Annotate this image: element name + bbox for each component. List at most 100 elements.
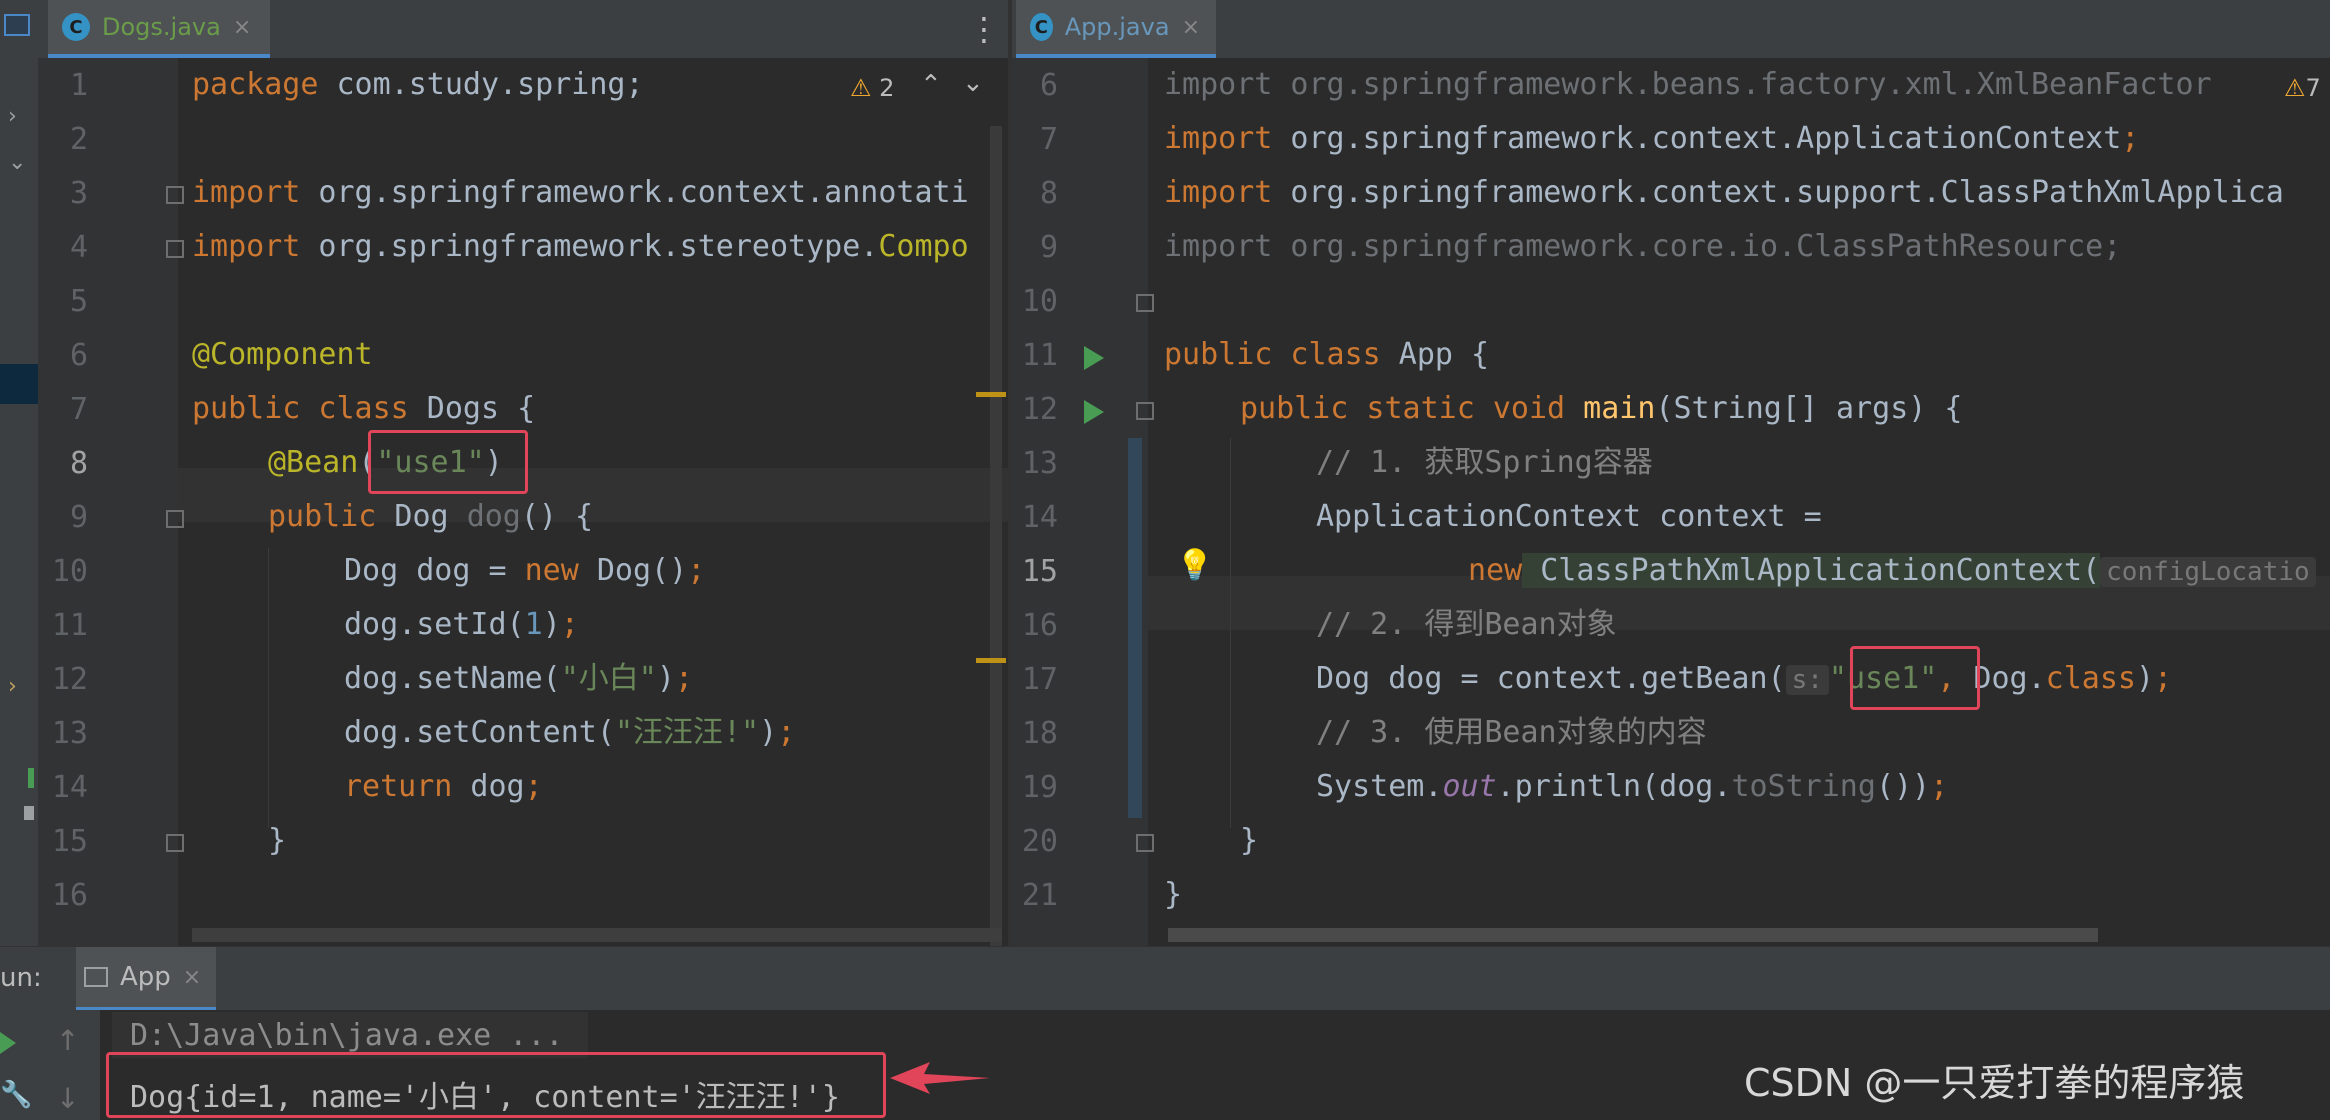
run-panel-label: un: <box>0 963 42 993</box>
parameter-hint: configLocatio <box>2100 557 2316 587</box>
chevron-right-icon[interactable]: › <box>8 104 17 129</box>
next-highlight-icon[interactable]: ⌄ <box>962 68 984 98</box>
changed-lines-marker <box>1128 438 1142 818</box>
code-line-15: } <box>268 823 287 858</box>
code-line-6: import org.springframework.beans.factory… <box>1164 67 2212 102</box>
close-icon[interactable]: × <box>183 965 201 990</box>
code-line-13: // 1. 获取Spring容器 <box>1316 445 1653 480</box>
left-tab-bar: C Dogs.java × ⋮ <box>38 0 1010 59</box>
code-line-12: dog.setName("小白"); <box>344 661 693 696</box>
line-number: 13 <box>51 716 88 751</box>
code-line-18: // 3. 使用Bean对象的内容 <box>1316 715 1707 750</box>
line-number: 11 <box>1021 338 1058 373</box>
tab-label: App.java <box>1064 13 1170 41</box>
tab-run-app[interactable]: App × <box>76 947 216 1011</box>
code-line-10: Dog dog = new Dog(); <box>344 553 706 588</box>
fold-marker[interactable] <box>166 834 184 852</box>
code-line-1: package com.study.spring; <box>192 67 644 102</box>
code-line-14: ApplicationContext context = <box>1316 499 1822 534</box>
code-line-11: public class App { <box>1164 337 1490 372</box>
line-number: 16 <box>51 878 88 913</box>
chevron-down-icon[interactable]: ⌄ <box>8 150 26 175</box>
scroll-up-icon[interactable]: ↑ <box>56 1024 79 1057</box>
line-number: 17 <box>1021 662 1058 697</box>
settings-wrench-icon[interactable]: 🔧 <box>0 1080 32 1110</box>
indent-guide <box>1230 438 1231 828</box>
right-editor[interactable]: 6 7 8 9 10 11 12 13 14 15 16 17 18 19 20… <box>1012 58 2330 946</box>
tab-app-java[interactable]: C App.java × <box>1016 0 1216 58</box>
bean-name-highlight-box <box>1850 646 1980 710</box>
warning-stripe <box>976 658 1006 663</box>
left-editor[interactable]: 1 2 3 4 5 6 7 8 9 10 11 12 13 14 15 16 ⚠… <box>38 58 1008 946</box>
run-toolbar: ↑ 🔧 ↓ <box>0 1010 100 1120</box>
line-number: 15 <box>1021 554 1058 589</box>
warning-count: 7 <box>2305 74 2321 102</box>
warning-stripe <box>976 392 1006 397</box>
java-class-icon: C <box>62 13 90 41</box>
run-class-icon[interactable] <box>1084 346 1104 370</box>
rerun-icon[interactable] <box>0 1032 16 1054</box>
indent-guide <box>268 548 269 828</box>
line-number: 4 <box>69 230 88 265</box>
code-line-13: dog.setContent("汪汪汪!"); <box>344 715 796 750</box>
line-number: 1 <box>69 68 88 103</box>
line-number: 16 <box>1021 608 1058 643</box>
run-tab-label: App <box>120 962 171 992</box>
close-icon[interactable]: × <box>1182 15 1200 40</box>
parameter-hint: s: <box>1785 665 1829 695</box>
previous-highlight-icon[interactable]: ⌃ <box>920 70 942 100</box>
more-options-icon[interactable]: ⋮ <box>968 10 1000 48</box>
horizontal-scrollbar[interactable] <box>1168 928 2098 942</box>
code-line-16: // 2. 得到Bean对象 <box>1316 607 1617 642</box>
line-number: 12 <box>1021 392 1058 427</box>
output-highlight-box <box>106 1052 886 1118</box>
code-line-12: public static void main(String[] args) { <box>1240 391 1963 426</box>
tab-label: Dogs.java <box>102 13 221 41</box>
java-class-icon: C <box>1030 13 1053 41</box>
chevron-right-icon[interactable]: › <box>8 674 17 699</box>
run-indicator-icon <box>28 768 34 788</box>
line-number: 12 <box>51 662 88 697</box>
fold-marker[interactable] <box>166 186 184 204</box>
horizontal-scrollbar[interactable] <box>192 928 1002 942</box>
line-number: 14 <box>1021 500 1058 535</box>
warnings-indicator[interactable]: ⚠7 <box>2284 74 2321 102</box>
code-line-8: import org.springframework.context.suppo… <box>1164 175 2284 210</box>
right-tab-bar: C App.java × <box>1012 0 2330 59</box>
line-number: 10 <box>51 554 88 589</box>
fold-marker[interactable] <box>1136 402 1154 420</box>
fold-marker[interactable] <box>1136 294 1154 312</box>
run-main-icon[interactable] <box>1084 400 1104 424</box>
line-number: 8 <box>1039 176 1058 211</box>
lightbulb-icon[interactable]: 💡 <box>1176 548 1213 583</box>
code-line-6: @Component <box>192 337 373 372</box>
warnings-indicator[interactable]: ⚠ 2 <box>850 74 894 102</box>
console-icon <box>84 967 108 987</box>
fold-marker[interactable] <box>1136 834 1154 852</box>
line-number: 19 <box>1021 770 1058 805</box>
line-number: 13 <box>1021 446 1058 481</box>
project-view-icon[interactable] <box>4 14 30 36</box>
code-line-14: return dog; <box>344 769 543 804</box>
selected-tree-item-marker <box>0 364 38 404</box>
fold-marker[interactable] <box>166 510 184 528</box>
warning-icon: ⚠ <box>850 74 872 102</box>
line-number: 11 <box>51 608 88 643</box>
code-line-21: } <box>1164 877 1183 912</box>
vertical-scrollbar[interactable] <box>990 126 1002 946</box>
code-line-20: } <box>1240 823 1259 858</box>
left-tool-strip: › ⌄ › <box>0 0 39 946</box>
warning-count: 2 <box>879 74 895 102</box>
line-number: 21 <box>1021 878 1058 913</box>
scroll-down-icon[interactable]: ↓ <box>56 1082 79 1115</box>
tab-dogs-java[interactable]: C Dogs.java × <box>48 0 270 58</box>
line-number: 18 <box>1021 716 1058 751</box>
run-panel-header: un: App × <box>0 946 2330 1011</box>
line-number: 7 <box>69 392 88 427</box>
line-number: 14 <box>51 770 88 805</box>
line-number: 10 <box>1021 284 1058 319</box>
code-line-7: public class Dogs { <box>192 391 536 426</box>
code-line-11: dog.setId(1); <box>344 607 579 642</box>
close-icon[interactable]: × <box>233 15 251 40</box>
fold-marker[interactable] <box>166 240 184 258</box>
